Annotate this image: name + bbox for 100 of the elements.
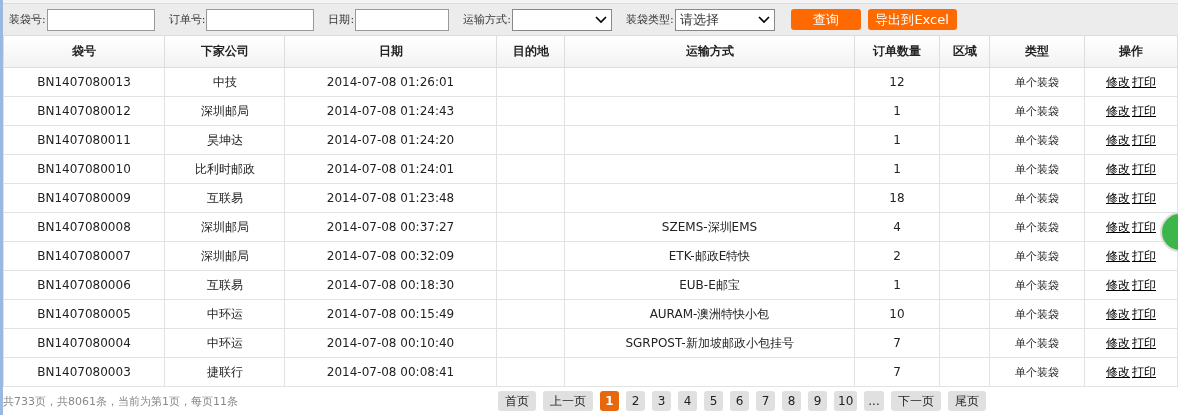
- table-link[interactable]: 打印: [1132, 364, 1156, 379]
- table-link[interactable]: 修改: [1106, 161, 1130, 176]
- table-link[interactable]: 修改: [1106, 335, 1130, 350]
- table-link[interactable]: 修改: [1106, 74, 1130, 89]
- table-cell: 2014-07-08 00:08:41: [326, 365, 455, 379]
- table-link[interactable]: 打印: [1132, 219, 1156, 234]
- page-button[interactable]: 2: [626, 391, 645, 411]
- column-header: 袋号: [3, 36, 165, 68]
- column-header: 目的地: [496, 36, 565, 68]
- table-cell: 2014-07-08 01:24:01: [326, 162, 455, 176]
- filter-label: 订单号:: [168, 12, 206, 27]
- table-cell: BN1407080005: [37, 307, 131, 321]
- table-cell: 2014-07-08 01:24:20: [326, 133, 455, 147]
- table-cell: BN1407080010: [37, 162, 131, 176]
- table-cell: BN1407080003: [37, 365, 131, 379]
- column-header: 下家公司: [164, 36, 285, 68]
- table-link[interactable]: 修改: [1106, 306, 1130, 321]
- table-cell: BN1407080006: [37, 278, 131, 292]
- table-cell: 单个装袋: [1015, 336, 1059, 350]
- table-link[interactable]: 打印: [1132, 248, 1156, 263]
- page-button[interactable]: 4: [678, 391, 697, 411]
- page-button[interactable]: 3: [652, 391, 671, 411]
- page-button[interactable]: 6: [730, 391, 749, 411]
- table-cell: 单个装袋: [1015, 75, 1059, 89]
- table-cell: 2014-07-08 00:37:27: [326, 220, 455, 234]
- table-cell: 昊坤达: [206, 132, 243, 147]
- input-field[interactable]: [46, 8, 155, 31]
- page-button[interactable]: 5: [704, 391, 723, 411]
- table-link[interactable]: 修改: [1106, 364, 1130, 379]
- table-cell: 2014-07-08 01:23:48: [326, 191, 455, 205]
- input-field[interactable]: [206, 8, 315, 31]
- page-button[interactable]: 9: [808, 391, 827, 411]
- table-link[interactable]: 修改: [1106, 248, 1130, 263]
- table-cell: 2: [893, 249, 901, 263]
- table-cell: 1: [893, 278, 901, 292]
- table-cell: 捷联行: [206, 364, 243, 379]
- table-cell: 2014-07-08 01:26:01: [326, 75, 455, 89]
- chevron-down-icon: [757, 15, 770, 24]
- column-header: 操作: [1084, 36, 1178, 68]
- table-cell: BN1407080013: [37, 75, 131, 89]
- table-link[interactable]: 修改: [1106, 190, 1130, 205]
- filter-label: 日期:: [328, 12, 355, 27]
- table-cell: 2014-07-08 00:18:30: [326, 278, 455, 292]
- table-link[interactable]: 修改: [1106, 132, 1130, 147]
- page-button[interactable]: ...: [864, 391, 884, 411]
- table-cell: BN1407080009: [37, 191, 131, 205]
- page-button[interactable]: 7: [756, 391, 775, 411]
- chevron-down-icon: [594, 15, 607, 24]
- table-cell: 深圳邮局: [200, 103, 249, 118]
- table-cell: 中技: [212, 74, 237, 89]
- table-cell: 单个装袋: [1015, 249, 1059, 263]
- page-button[interactable]: 8: [782, 391, 801, 411]
- column-header: 订单数量: [854, 36, 940, 68]
- table-link[interactable]: 打印: [1132, 161, 1156, 176]
- table-cell: 4: [893, 220, 901, 234]
- table-cell: BN1407080011: [37, 133, 131, 147]
- next-page-button[interactable]: 下一页: [890, 391, 941, 411]
- table-link[interactable]: 打印: [1132, 190, 1156, 205]
- input-field[interactable]: [355, 8, 450, 31]
- column-header: 区域: [939, 36, 990, 68]
- table-cell: 2014-07-08 00:32:09: [326, 249, 455, 263]
- table-cell: BN1407080007: [37, 249, 131, 263]
- table-cell: 单个装袋: [1015, 162, 1059, 176]
- select-field[interactable]: 请选择: [674, 8, 775, 31]
- table-cell: BN1407080012: [37, 104, 131, 118]
- table-cell: 单个装袋: [1015, 278, 1059, 292]
- table-link[interactable]: 打印: [1132, 132, 1156, 147]
- table-cell: 单个装袋: [1015, 220, 1059, 234]
- last-page-button[interactable]: 尾页: [947, 391, 986, 411]
- table-cell: 2014-07-08 00:10:40: [326, 336, 455, 350]
- page-button[interactable]: 10: [834, 391, 858, 411]
- table-cell: 单个装袋: [1015, 365, 1059, 379]
- table-link[interactable]: 修改: [1106, 219, 1130, 234]
- table-cell: 1: [893, 162, 901, 176]
- table-cell: 比利时邮政: [194, 161, 255, 176]
- table-link[interactable]: 修改: [1106, 103, 1130, 118]
- table-cell: 中环运: [206, 306, 243, 321]
- filter-label: 装袋号:: [9, 12, 46, 27]
- table-cell: 单个装袋: [1015, 104, 1059, 118]
- first-page-button[interactable]: 首页: [498, 391, 536, 411]
- table-cell: 单个装袋: [1015, 133, 1059, 147]
- table-cell: 1: [893, 104, 901, 118]
- table-cell: 2014-07-08 01:24:43: [326, 104, 455, 118]
- table-cell: BN1407080008: [37, 220, 131, 234]
- select-field[interactable]: [511, 8, 612, 31]
- table-cell: 互联易: [206, 190, 243, 205]
- table-cell: AURAM-澳洲特快小包: [649, 306, 770, 321]
- table-link[interactable]: 打印: [1132, 335, 1156, 350]
- table-cell: 18: [889, 191, 905, 205]
- table-link[interactable]: 修改: [1106, 277, 1130, 292]
- select-value: 请选择: [679, 10, 719, 29]
- filter-label: 装袋类型:: [625, 12, 674, 27]
- table-link[interactable]: 打印: [1132, 103, 1156, 118]
- table-cell: 中环运: [206, 335, 243, 350]
- previous-page-button[interactable]: 上一页: [543, 391, 593, 411]
- table-link[interactable]: 打印: [1132, 306, 1156, 321]
- table-cell: BN1407080004: [37, 336, 131, 350]
- table-link[interactable]: 打印: [1132, 277, 1156, 292]
- table-cell: EUB-E邮宝: [679, 277, 740, 292]
- table-link[interactable]: 打印: [1132, 74, 1156, 89]
